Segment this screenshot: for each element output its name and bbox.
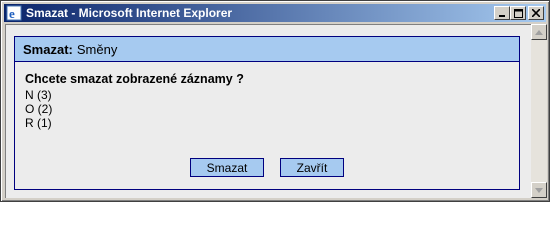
list-item: R (1): [25, 116, 52, 130]
maximize-button[interactable]: [510, 6, 526, 20]
minimize-icon: [499, 15, 505, 17]
page-content: Smazat: Směny Chcete smazat zobrazené zá…: [5, 24, 531, 198]
close-icon: [532, 9, 540, 17]
list-item: N (3): [25, 88, 52, 102]
arrow-up-icon: [535, 29, 543, 35]
list-item: O (2): [25, 102, 53, 116]
internet-explorer-icon: e: [6, 5, 22, 21]
close-window-button[interactable]: [528, 6, 544, 20]
panel-header-action: Smazat:: [23, 41, 73, 57]
window-controls: [494, 6, 544, 20]
delete-button[interactable]: Smazat: [190, 158, 264, 177]
scroll-up-button[interactable]: [531, 24, 547, 40]
arrow-down-icon: [535, 187, 543, 193]
close-button[interactable]: Zavřít: [280, 158, 344, 177]
scroll-down-button[interactable]: [531, 182, 547, 198]
button-row: Smazat Zavřít: [15, 158, 519, 177]
minimize-button[interactable]: [494, 6, 510, 20]
ie-window: e Smazat - Microsoft Internet Explorer S…: [0, 0, 550, 202]
panel-header-title: Směny: [76, 41, 118, 57]
confirm-question: Chcete smazat zobrazené záznamy ?: [25, 72, 244, 86]
title-bar[interactable]: e Smazat - Microsoft Internet Explorer: [4, 4, 546, 22]
panel-header: Smazat: Směny: [15, 37, 519, 62]
maximize-icon: [513, 8, 523, 18]
dialog-panel: Smazat: Směny Chcete smazat zobrazené zá…: [14, 36, 520, 190]
window-title: Smazat - Microsoft Internet Explorer: [26, 6, 233, 20]
svg-text:e: e: [9, 6, 15, 21]
panel-body: Chcete smazat zobrazené záznamy ? N (3) …: [15, 62, 519, 130]
vertical-scrollbar[interactable]: [531, 24, 547, 198]
